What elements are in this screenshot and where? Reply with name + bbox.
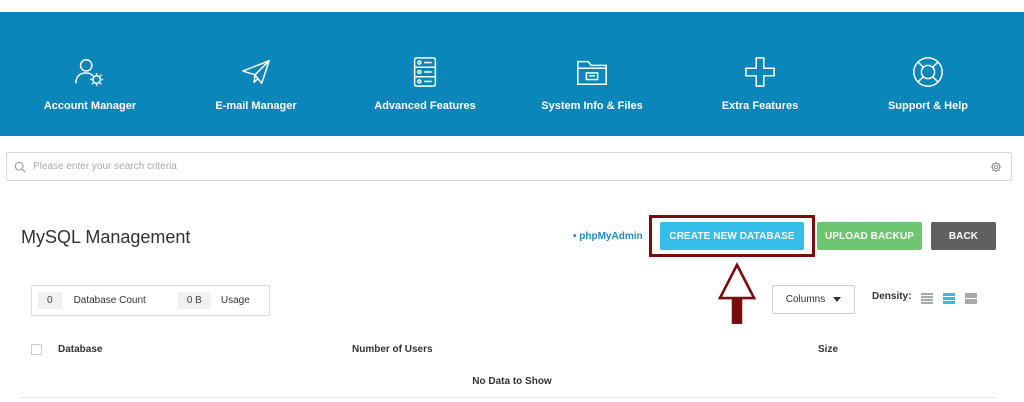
- nav-support-help[interactable]: Support & Help: [878, 12, 978, 136]
- nav-advanced-features[interactable]: Advanced Features: [370, 12, 480, 136]
- lifebuoy-icon: [910, 54, 946, 90]
- users-icon: [72, 54, 108, 90]
- arrow-up-icon: [717, 262, 757, 324]
- column-header-database[interactable]: Database: [58, 344, 102, 355]
- nav-label: Support & Help: [887, 100, 969, 112]
- table-header: Database Number of Users Size: [0, 340, 1024, 360]
- nav-label: E-mail Manager: [215, 100, 297, 112]
- database-count-value: 0: [38, 292, 62, 309]
- usage-label: Usage: [220, 295, 250, 306]
- density-standard-icon[interactable]: [943, 293, 955, 305]
- phpmyadmin-link[interactable]: • phpMyAdmin: [573, 231, 643, 242]
- search-input[interactable]: [33, 161, 990, 172]
- caret-down-icon: [833, 297, 842, 302]
- top-navigation-bar: Account Manager E-mail Manager Advanced …: [0, 12, 1024, 136]
- paper-plane-icon: [238, 54, 274, 90]
- gear-icon[interactable]: [990, 160, 1004, 174]
- create-new-database-button[interactable]: CREATE NEW DATABASE: [660, 222, 804, 250]
- upload-backup-button[interactable]: UPLOAD BACKUP: [817, 222, 922, 250]
- nav-extra-features[interactable]: Extra Features: [710, 12, 810, 136]
- nav-label: System Info & Files: [541, 100, 643, 112]
- columns-label: Columns: [785, 294, 826, 305]
- density-label: Density:: [872, 291, 912, 302]
- nav-label: Extra Features: [721, 100, 799, 112]
- nav-label: Account Manager: [43, 100, 137, 112]
- usage-value: 0 B: [177, 292, 211, 309]
- columns-dropdown[interactable]: Columns: [772, 285, 855, 314]
- empty-table-message: No Data to Show: [472, 376, 552, 387]
- column-header-size[interactable]: Size: [818, 344, 838, 355]
- table-divider: [20, 397, 996, 398]
- nav-label: Advanced Features: [374, 100, 476, 112]
- stats-panel: 0 Database Count 0 B Usage: [31, 285, 270, 316]
- density-compact-icon[interactable]: [921, 293, 933, 305]
- search-bar: [6, 152, 1012, 181]
- nav-account-manager[interactable]: Account Manager: [40, 12, 140, 136]
- plus-icon: [742, 54, 778, 90]
- back-button[interactable]: BACK: [931, 222, 996, 250]
- density-comfortable-icon[interactable]: [965, 293, 977, 305]
- column-header-users[interactable]: Number of Users: [352, 344, 433, 355]
- database-count-label: Database Count: [73, 295, 146, 306]
- folder-icon: [574, 54, 610, 90]
- nav-email-manager[interactable]: E-mail Manager: [206, 12, 306, 136]
- search-icon: [14, 160, 28, 174]
- page-title: MySQL Management: [21, 227, 191, 247]
- nav-system-info-files[interactable]: System Info & Files: [541, 12, 643, 136]
- server-icon: [407, 54, 443, 90]
